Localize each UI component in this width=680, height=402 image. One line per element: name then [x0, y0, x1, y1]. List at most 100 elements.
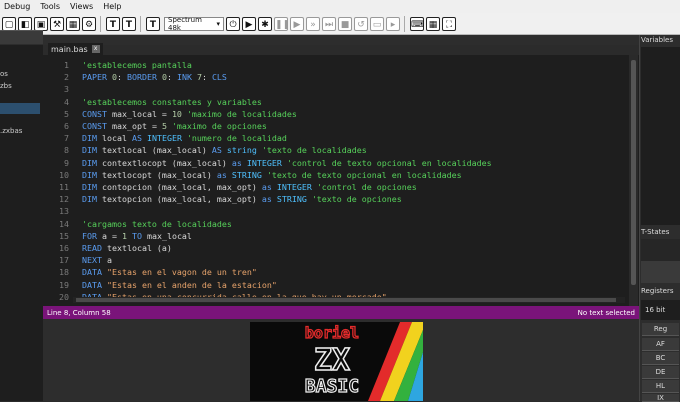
- line-number: 5: [64, 108, 69, 119]
- code-token: contextlocopt (max_local): [101, 157, 232, 168]
- code-editor[interactable]: 1'establecemos pantalla 2 PAPER 0: BORDER …: [43, 55, 639, 306]
- text-size-button[interactable]: T: [122, 16, 136, 31]
- step-over-icon[interactable]: ⏭: [322, 16, 336, 31]
- code-token: 'texto de opciones: [311, 194, 402, 205]
- code-token: 'control de opciones: [316, 182, 417, 192]
- code-token: CONST: [82, 121, 112, 131]
- line-number: 1: [64, 60, 69, 70]
- code-token: CLS: [211, 72, 227, 83]
- code-token: INTEGER: [246, 157, 287, 168]
- run-icon[interactable]: ▶: [242, 16, 256, 31]
- line-number: 4: [64, 96, 69, 107]
- code-token: 1: [121, 230, 132, 241]
- code-token: DATA: [82, 267, 107, 278]
- menu-views[interactable]: Views: [66, 2, 99, 11]
- code-line[interactable]: 14 'cargamos texto de localidades: [43, 218, 623, 230]
- save-icon[interactable]: ▣: [34, 16, 48, 31]
- line-number: 20: [59, 291, 69, 302]
- code-token: 'cargamos texto de localidades: [82, 218, 232, 229]
- step-icon[interactable]: ▶: [290, 16, 304, 31]
- menu-debug[interactable]: Debug: [0, 2, 36, 11]
- cursor-position: Line 8, Column 58: [47, 308, 111, 317]
- tape-play-icon[interactable]: ▸: [386, 16, 400, 31]
- code-token: as: [261, 182, 277, 192]
- code-line[interactable]: 5 CONST max_local = 10 'maximo de localid…: [43, 108, 623, 120]
- new-file-icon[interactable]: ▢: [2, 16, 16, 31]
- tools-icon[interactable]: ⚒: [50, 16, 64, 31]
- code-line[interactable]: 1 'establecemos pantalla: [43, 59, 623, 71]
- pause-icon[interactable]: ❚❚: [274, 16, 290, 31]
- code-line[interactable]: 8 DIM textlocal (max_local) AS string 'te…: [43, 144, 623, 156]
- logo-zx-text: ZX: [314, 343, 350, 378]
- code-token: textlocal (max_local): [101, 145, 212, 156]
- keyboard-icon[interactable]: ⌨: [410, 16, 424, 31]
- code-line[interactable]: 19 DATA "Estas en el anden de la estacion…: [43, 279, 623, 291]
- editor-scroll-thumb[interactable]: [631, 60, 636, 285]
- fullscreen-icon[interactable]: ⛶: [442, 16, 456, 31]
- code-line[interactable]: 15 FOR a = 1 TO max_local: [43, 230, 623, 242]
- open-icon[interactable]: ◧: [18, 16, 32, 31]
- grid-icon[interactable]: ▦: [426, 16, 440, 31]
- code-token: READ: [82, 243, 107, 253]
- machine-select[interactable]: Spectrum 48k ▾: [164, 16, 224, 32]
- explorer-item[interactable]: zbs: [0, 82, 12, 90]
- text-font-button[interactable]: T: [146, 16, 160, 31]
- register-width-select[interactable]: 16 bit: [641, 300, 680, 320]
- code-line[interactable]: 2 PAPER 0: BORDER 0: INK 7: CLS: [43, 71, 623, 83]
- code-line[interactable]: 13: [43, 205, 623, 217]
- code-token: INTEGER: [276, 182, 317, 192]
- registers-title: Registers: [641, 287, 674, 295]
- register-bc[interactable]: BC: [642, 352, 679, 365]
- code-line[interactable]: 9 DIM contextlocopt (max_local) as INTEGE…: [43, 157, 623, 169]
- code-line[interactable]: 11 DIM contopcion (max_local, max_opt) as…: [43, 181, 623, 193]
- register-af[interactable]: AF: [642, 338, 679, 351]
- code-line[interactable]: 7 DIM local AS INTEGER 'numero de localid…: [43, 132, 623, 144]
- explorer-item[interactable]: os: [0, 70, 8, 78]
- code-line[interactable]: 16 READ textlocal (a): [43, 242, 623, 254]
- menu-help[interactable]: Help: [99, 2, 127, 11]
- explorer-item-selected[interactable]: [0, 103, 40, 114]
- editor-hscroll-thumb[interactable]: [76, 298, 616, 302]
- explorer-item[interactable]: .zxbas: [0, 127, 22, 135]
- tape-icon[interactable]: ▭: [370, 16, 384, 31]
- code-token: textlocopt (max_local): [101, 169, 217, 180]
- code-token: max_local =: [111, 108, 172, 119]
- menu-tools[interactable]: Tools: [36, 2, 66, 11]
- code-token: 'establecemos constantes y variables: [82, 96, 262, 107]
- tstates-title: T-States: [641, 228, 670, 236]
- register-de[interactable]: DE: [642, 366, 679, 379]
- code-line[interactable]: 3: [43, 83, 623, 95]
- code-token: as: [231, 157, 247, 168]
- code-line[interactable]: 18 DATA "Estas en el vagon de un tren": [43, 266, 623, 278]
- explorer-tab[interactable]: [0, 30, 43, 44]
- text-bold-button[interactable]: T: [106, 16, 120, 31]
- code-token: 'maximo de localidades: [186, 108, 297, 119]
- close-icon[interactable]: x: [91, 45, 100, 53]
- register-hl[interactable]: HL: [642, 380, 679, 393]
- code-line[interactable]: 12 DIM textopcion (max_local, max_opt) as…: [43, 193, 623, 205]
- code-token: NEXT: [82, 255, 107, 266]
- variables-list[interactable]: [641, 47, 680, 225]
- line-number: 9: [64, 157, 69, 168]
- image-icon[interactable]: ▦: [66, 16, 80, 31]
- code-token: 10: [171, 108, 187, 119]
- code-token: string: [226, 145, 262, 156]
- code-token: a =: [101, 230, 122, 241]
- debug-bug-icon[interactable]: ✱: [258, 16, 272, 31]
- code-line[interactable]: 6 CONST max_opt = 5 'maximo de opciones: [43, 120, 623, 132]
- code-line[interactable]: 17 NEXT a: [43, 254, 623, 266]
- code-token: as: [261, 194, 277, 205]
- line-number: 11: [59, 182, 69, 192]
- tab-main-bas[interactable]: main.bas x: [48, 43, 103, 55]
- code-line[interactable]: 4 'establecemos constantes y variables: [43, 96, 623, 108]
- reset-icon[interactable]: ↺: [354, 16, 368, 31]
- code-token: FOR: [82, 230, 102, 241]
- settings-icon[interactable]: ⚙: [82, 16, 96, 31]
- code-line[interactable]: 10 DIM textlocopt (max_local) as STRING '…: [43, 169, 623, 181]
- stop-icon[interactable]: ■: [338, 16, 352, 31]
- code-token: TO: [131, 230, 147, 241]
- fast-forward-icon[interactable]: »: [306, 16, 320, 31]
- tstates-box: [641, 239, 680, 261]
- power-icon[interactable]: ⏻: [226, 16, 240, 31]
- code-token: DIM: [82, 157, 102, 168]
